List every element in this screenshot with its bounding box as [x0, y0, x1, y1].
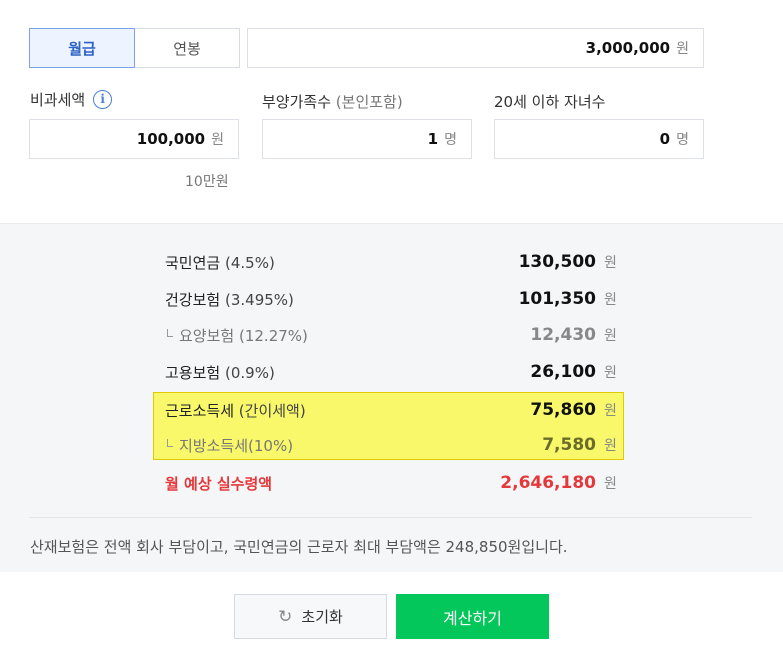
health-name: 건강보험 [165, 290, 221, 309]
health-value: 101,350 [518, 289, 596, 309]
net-value: 2,646,180 [500, 473, 596, 493]
divider [29, 517, 752, 518]
dependents-sublabel: (본인포함) [335, 93, 403, 111]
tab-monthly[interactable]: 월급 [29, 28, 135, 68]
dependents-label-group: 부양가족수 (본인포함) [262, 91, 403, 112]
result-row-pension: 국민연금 (4.5%) 130,500 원 [165, 247, 620, 277]
pension-pct: (4.5%) [224, 253, 275, 272]
health-pct: (3.495%) [224, 290, 294, 309]
dependents-value: 1 [427, 130, 439, 148]
income-tax-pct: (간이세액) [238, 401, 306, 420]
reset-label: 초기화 [301, 608, 343, 626]
net-unit: 원 [604, 476, 617, 492]
nontaxable-value: 100,000 [136, 130, 206, 148]
refresh-icon: ↻ [278, 606, 293, 627]
children-label: 20세 이하 자녀수 [494, 93, 606, 111]
local-tax-name: 지방소득세(10%) [179, 436, 294, 455]
reset-button[interactable]: ↻ 초기화 [234, 594, 387, 639]
result-row-health: 건강보험 (3.495%) 101,350 원 [165, 284, 620, 314]
net-name: 월 예상 실수령액 [165, 474, 273, 493]
income-tax-name: 근로소득세 [165, 401, 235, 420]
salary-value: 3,000,000 [585, 39, 671, 57]
health-unit: 원 [604, 292, 617, 308]
nontaxable-label-group: 비과세액 i [30, 89, 113, 110]
tab-annual[interactable]: 연봉 [135, 29, 239, 67]
result-row-employment: 고용보험 (0.9%) 26,100 원 [165, 357, 620, 387]
calculate-button[interactable]: 계산하기 [396, 594, 549, 639]
pension-value: 130,500 [518, 252, 596, 272]
footnote: 산재보험은 전액 회사 부담이고, 국민연금의 근로자 최대 부담액은 248,… [30, 538, 568, 556]
care-name: 요양보험 [179, 326, 235, 345]
nontaxable-unit: 원 [211, 132, 224, 148]
employment-value: 26,100 [530, 362, 596, 382]
income-tax-value: 75,860 [530, 400, 596, 420]
dependents-label: 부양가족수 [262, 93, 332, 111]
result-row-care: 요양보험 (12.27%) 12,430 원 [165, 320, 620, 350]
calculate-label: 계산하기 [443, 608, 502, 628]
children-input[interactable]: 0 명 [494, 119, 704, 159]
income-tax-unit: 원 [604, 403, 617, 419]
pension-unit: 원 [604, 255, 617, 271]
local-tax-value: 7,580 [542, 435, 596, 455]
employment-unit: 원 [604, 365, 617, 381]
care-unit: 원 [604, 328, 617, 344]
sub-item-corner-icon [167, 328, 173, 337]
result-row-income-tax: 근로소득세 (간이세액) 75,860 원 [165, 395, 620, 425]
nontaxable-hint: 10만원 [185, 174, 229, 190]
result-row-net: 월 예상 실수령액 2,646,180 원 [165, 468, 620, 498]
dependents-input[interactable]: 1 명 [262, 119, 472, 159]
nontaxable-label: 비과세액 [30, 91, 86, 109]
dependents-unit: 명 [444, 132, 457, 148]
care-pct: (12.27%) [238, 326, 308, 345]
care-value: 12,430 [530, 325, 596, 345]
children-value: 0 [659, 130, 671, 148]
sub-item-corner-icon [167, 438, 173, 447]
salary-input[interactable]: 3,000,000 원 [247, 28, 704, 68]
pension-name: 국민연금 [165, 253, 221, 272]
employment-pct: (0.9%) [224, 363, 275, 382]
info-icon[interactable]: i [93, 89, 113, 109]
employment-name: 고용보험 [165, 363, 221, 382]
children-unit: 명 [676, 132, 689, 148]
local-tax-unit: 원 [604, 438, 617, 454]
salary-unit: 원 [676, 41, 689, 57]
nontaxable-input[interactable]: 100,000 원 [29, 119, 239, 159]
result-row-local-tax: 지방소득세(10%) 7,580 원 [165, 430, 620, 460]
pay-type-tabs: 월급 연봉 [29, 28, 240, 68]
